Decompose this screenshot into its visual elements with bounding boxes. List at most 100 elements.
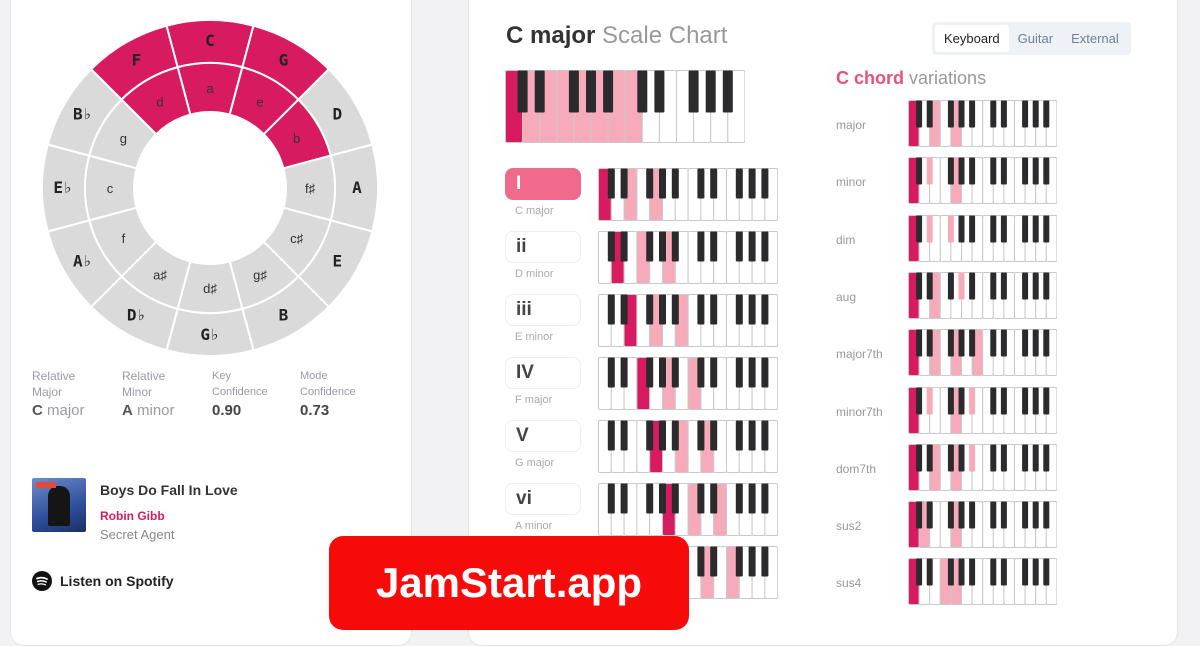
black-key[interactable] [990,157,997,185]
black-key[interactable] [1022,387,1029,414]
black-key[interactable] [735,168,743,199]
black-key[interactable] [603,70,614,113]
black-key[interactable] [1043,444,1050,472]
black-key[interactable] [1000,157,1007,185]
black-key[interactable] [916,329,923,357]
black-key[interactable] [926,157,933,185]
track-title[interactable]: Boys Do Fall In Love [100,482,238,498]
degree-chord-keyboard[interactable] [598,231,779,284]
black-key[interactable] [1022,444,1029,472]
black-key[interactable] [947,100,954,128]
black-key[interactable] [620,420,628,451]
black-key[interactable] [1032,329,1039,357]
black-key[interactable] [586,70,596,113]
black-key[interactable] [735,231,743,262]
black-key[interactable] [761,168,769,199]
black-key[interactable] [748,546,756,577]
black-key[interactable] [761,231,769,262]
black-key[interactable] [748,294,756,325]
black-key[interactable] [705,70,716,113]
black-key[interactable] [1043,100,1050,128]
black-key[interactable] [1032,272,1039,300]
degree-button[interactable]: IV [505,357,581,389]
listen-on-spotify-link[interactable]: Listen on Spotify [32,571,174,591]
black-key[interactable] [1032,215,1039,243]
black-key[interactable] [761,357,769,388]
black-key[interactable] [990,100,997,128]
black-key[interactable] [916,157,923,185]
black-key[interactable] [607,483,615,514]
black-key[interactable] [697,546,705,577]
tab-external[interactable]: External [1062,25,1128,52]
black-key[interactable] [1043,157,1050,185]
black-key[interactable] [1032,558,1039,586]
black-key[interactable] [654,70,665,113]
black-key[interactable] [659,231,666,262]
black-key[interactable] [761,483,769,514]
black-key[interactable] [710,294,718,325]
black-key[interactable] [710,168,718,199]
black-key[interactable] [534,70,545,113]
black-key[interactable] [926,329,933,357]
black-key[interactable] [1000,387,1007,414]
black-key[interactable] [947,329,954,357]
black-key[interactable] [947,444,954,472]
degree-chord-keyboard[interactable] [598,357,779,410]
black-key[interactable] [1000,100,1007,128]
black-key[interactable] [710,357,718,388]
black-key[interactable] [710,483,718,514]
black-key[interactable] [671,357,679,388]
black-key[interactable] [607,357,615,388]
black-key[interactable] [671,231,679,262]
black-key[interactable] [958,501,965,529]
black-key[interactable] [969,100,976,128]
black-key[interactable] [659,420,666,451]
black-key[interactable] [926,558,933,586]
black-key[interactable] [607,294,615,325]
black-key[interactable] [637,70,648,113]
variation-chord-keyboard[interactable] [908,386,1058,434]
black-key[interactable] [697,483,705,514]
black-key[interactable] [969,387,976,414]
black-key[interactable] [646,483,654,514]
black-key[interactable] [710,231,718,262]
black-key[interactable] [568,70,579,113]
black-key[interactable] [620,168,628,199]
black-key[interactable] [646,231,654,262]
black-key[interactable] [671,294,679,325]
black-key[interactable] [722,70,733,113]
black-key[interactable] [1022,558,1029,586]
black-key[interactable] [735,483,743,514]
black-key[interactable] [916,501,923,529]
black-key[interactable] [990,272,997,300]
black-key[interactable] [1043,387,1050,414]
black-key[interactable] [1022,501,1029,529]
black-key[interactable] [958,387,965,414]
variation-chord-keyboard[interactable] [908,501,1058,549]
degree-button[interactable]: I [505,168,581,200]
black-key[interactable] [947,157,954,185]
black-key[interactable] [990,558,997,586]
black-key[interactable] [697,294,705,325]
black-key[interactable] [1000,501,1007,529]
black-key[interactable] [697,357,705,388]
variation-chord-keyboard[interactable] [908,558,1058,606]
black-key[interactable] [607,168,615,199]
black-key[interactable] [1000,444,1007,472]
black-key[interactable] [947,272,954,300]
black-key[interactable] [1022,329,1029,357]
variation-chord-keyboard[interactable] [908,157,1058,205]
black-key[interactable] [916,387,923,414]
black-key[interactable] [688,70,699,113]
degree-button[interactable]: iii [505,294,581,326]
black-key[interactable] [969,215,976,243]
black-key[interactable] [1000,215,1007,243]
black-key[interactable] [947,501,954,529]
black-key[interactable] [947,215,954,243]
black-key[interactable] [947,558,954,586]
black-key[interactable] [1000,329,1007,357]
black-key[interactable] [1032,501,1039,529]
black-key[interactable] [926,272,933,300]
black-key[interactable] [761,420,769,451]
black-key[interactable] [646,420,654,451]
